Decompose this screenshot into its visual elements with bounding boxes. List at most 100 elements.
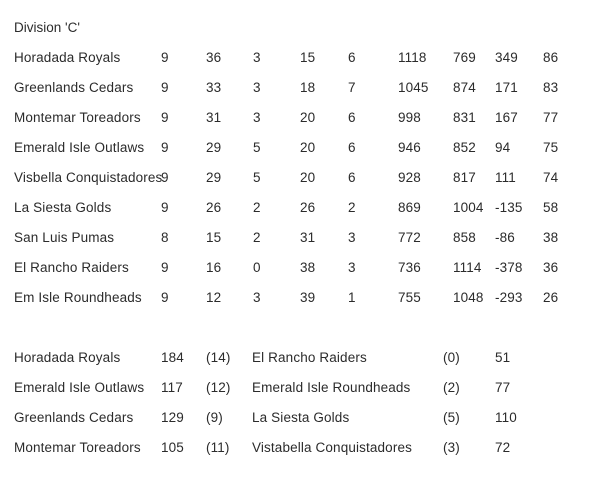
table-cell-won: 29	[206, 140, 222, 155]
result-cell-away-bonus: (2)	[443, 380, 460, 395]
table-cell-lost: 20	[300, 110, 316, 125]
page-root: Division 'C' Horadada Royals 9 36 3 15 6 1118 7…	[0, 0, 600, 500]
result-cell-away-team: El Rancho Raiders	[252, 350, 367, 365]
table-row: Montemar Toreadors 9 31 3 20 6 998 831 167 77	[0, 108, 600, 128]
table-row: Horadada Royals 9 36 3 15 6 1118 769 349 86	[0, 48, 600, 68]
table-cell-bonus: 6	[348, 170, 356, 185]
table-cell-points-diff: -293	[495, 290, 523, 305]
table-cell-played: 9	[161, 170, 169, 185]
table-cell-team: Em Isle Roundheads	[14, 290, 142, 305]
table-cell-drawn: 3	[253, 50, 261, 65]
table-cell-points: 38	[543, 230, 559, 245]
table-cell-bonus: 2	[348, 200, 356, 215]
table-cell-points-for: 869	[398, 200, 421, 215]
table-cell-lost: 20	[300, 170, 316, 185]
result-cell-away-score: 72	[495, 440, 511, 455]
table-cell-points-for: 736	[398, 260, 421, 275]
table-cell-team: Visbella Conquistadores	[14, 170, 163, 185]
table-cell-points-diff: -135	[495, 200, 523, 215]
table-cell-points-for: 928	[398, 170, 421, 185]
table-cell-won: 31	[206, 110, 222, 125]
table-cell-lost: 38	[300, 260, 316, 275]
table-cell-bonus: 6	[348, 50, 356, 65]
table-cell-bonus: 6	[348, 110, 356, 125]
table-cell-points-for: 946	[398, 140, 421, 155]
table-cell-drawn: 0	[253, 260, 261, 275]
table-cell-points-diff: 94	[495, 140, 511, 155]
table-cell-bonus: 1	[348, 290, 356, 305]
table-cell-bonus: 3	[348, 230, 356, 245]
result-cell-home-score: 129	[161, 410, 184, 425]
result-cell-away-team: La Siesta Golds	[252, 410, 350, 425]
table-cell-points-for: 1045	[398, 80, 429, 95]
table-cell-won: 29	[206, 170, 222, 185]
table-cell-points: 75	[543, 140, 559, 155]
table-cell-drawn: 2	[253, 200, 261, 215]
table-cell-played: 8	[161, 230, 169, 245]
table-cell-bonus: 3	[348, 260, 356, 275]
table-cell-points-against: 1004	[453, 200, 484, 215]
table-cell-points: 74	[543, 170, 559, 185]
result-cell-away-bonus: (3)	[443, 440, 460, 455]
table-cell-drawn: 3	[253, 290, 261, 305]
table-cell-points-for: 755	[398, 290, 421, 305]
table-cell-points-diff: 167	[495, 110, 518, 125]
table-cell-team: Montemar Toreadors	[14, 110, 141, 125]
table-cell-points-against: 1114	[453, 260, 482, 275]
table-cell-drawn: 5	[253, 140, 261, 155]
table-cell-points-for: 1118	[398, 50, 427, 65]
table-row: Em Isle Roundheads 9 12 3 39 1 755 1048 -293 26	[0, 288, 600, 308]
table-cell-points-for: 998	[398, 110, 421, 125]
table-cell-points-diff: 349	[495, 50, 518, 65]
result-cell-home-team: Montemar Toreadors	[14, 440, 141, 455]
result-cell-home-team: Emerald Isle Outlaws	[14, 380, 145, 395]
table-cell-team: La Siesta Golds	[14, 200, 112, 215]
table-cell-won: 33	[206, 80, 222, 95]
table-cell-points-diff: -378	[495, 260, 523, 275]
table-cell-team: Horadada Royals	[14, 50, 121, 65]
table-cell-drawn: 3	[253, 110, 261, 125]
table-cell-drawn: 3	[253, 80, 261, 95]
table-cell-played: 9	[161, 110, 169, 125]
result-cell-away-score: 77	[495, 380, 511, 395]
table-row: Emerald Isle Outlaws 9 29 5 20 6 946 852 94 75	[0, 138, 600, 158]
result-row: Greenlands Cedars 129 (9) La Siesta Golds (5…	[0, 408, 600, 428]
table-cell-played: 9	[161, 140, 169, 155]
table-cell-won: 15	[206, 230, 222, 245]
result-cell-home-bonus: (11)	[206, 440, 230, 455]
result-cell-home-bonus: (12)	[206, 380, 231, 395]
page-title: Division 'C'	[14, 20, 80, 35]
result-row: Emerald Isle Outlaws 117 (12) Emerald Isle …	[0, 378, 600, 398]
table-cell-points: 26	[543, 290, 559, 305]
table-cell-lost: 18	[300, 80, 316, 95]
table-cell-won: 12	[206, 290, 222, 305]
result-cell-away-bonus: (5)	[443, 410, 460, 425]
table-cell-played: 9	[161, 50, 169, 65]
result-cell-home-score: 105	[161, 440, 184, 455]
result-cell-away-bonus: (0)	[443, 350, 460, 365]
table-cell-points-against: 1048	[453, 290, 484, 305]
table-cell-points-for: 772	[398, 230, 421, 245]
table-cell-points-against: 831	[453, 110, 476, 125]
table-cell-lost: 31	[300, 230, 316, 245]
table-cell-won: 36	[206, 50, 222, 65]
result-cell-away-team: Emerald Isle Roundheads	[252, 380, 411, 395]
table-cell-points-against: 874	[453, 80, 476, 95]
table-cell-points-against: 817	[453, 170, 476, 185]
table-cell-points-against: 769	[453, 50, 476, 65]
table-cell-bonus: 6	[348, 140, 356, 155]
table-cell-team: Emerald Isle Outlaws	[14, 140, 145, 155]
table-cell-team: San Luis Pumas	[14, 230, 115, 245]
table-cell-drawn: 5	[253, 170, 261, 185]
table-cell-played: 9	[161, 80, 169, 95]
table-cell-lost: 26	[300, 200, 316, 215]
table-cell-points-diff: 171	[495, 80, 518, 95]
result-cell-away-score: 51	[495, 350, 511, 365]
table-cell-played: 9	[161, 290, 169, 305]
result-cell-home-score: 184	[161, 350, 184, 365]
table-cell-lost: 20	[300, 140, 316, 155]
table-cell-points-against: 858	[453, 230, 476, 245]
table-cell-lost: 15	[300, 50, 316, 65]
table-row: La Siesta Golds 9 26 2 26 2 869 1004 -135 58	[0, 198, 600, 218]
table-row: Visbella Conquistadores 9 29 5 20 6 928 817 111 7…	[0, 168, 600, 188]
